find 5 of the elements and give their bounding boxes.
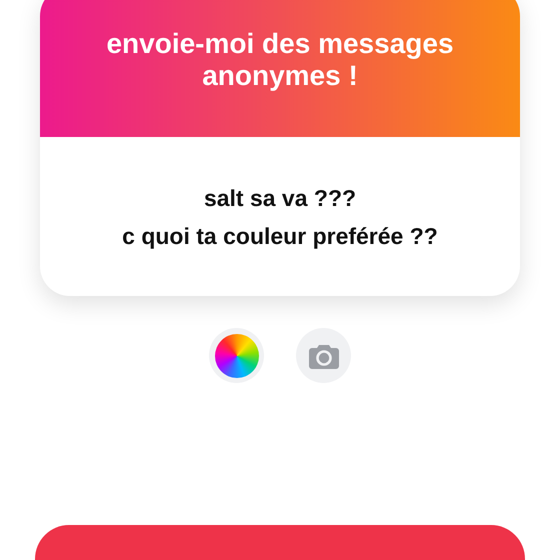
message-line: salt sa va ??? <box>204 184 356 212</box>
camera-icon <box>308 342 338 368</box>
color-wheel-icon <box>214 334 258 378</box>
message-line: c quoi ta couleur preférée ?? <box>122 222 438 251</box>
prompt-title: envoie-moi des messages anonymes ! <box>105 28 455 92</box>
